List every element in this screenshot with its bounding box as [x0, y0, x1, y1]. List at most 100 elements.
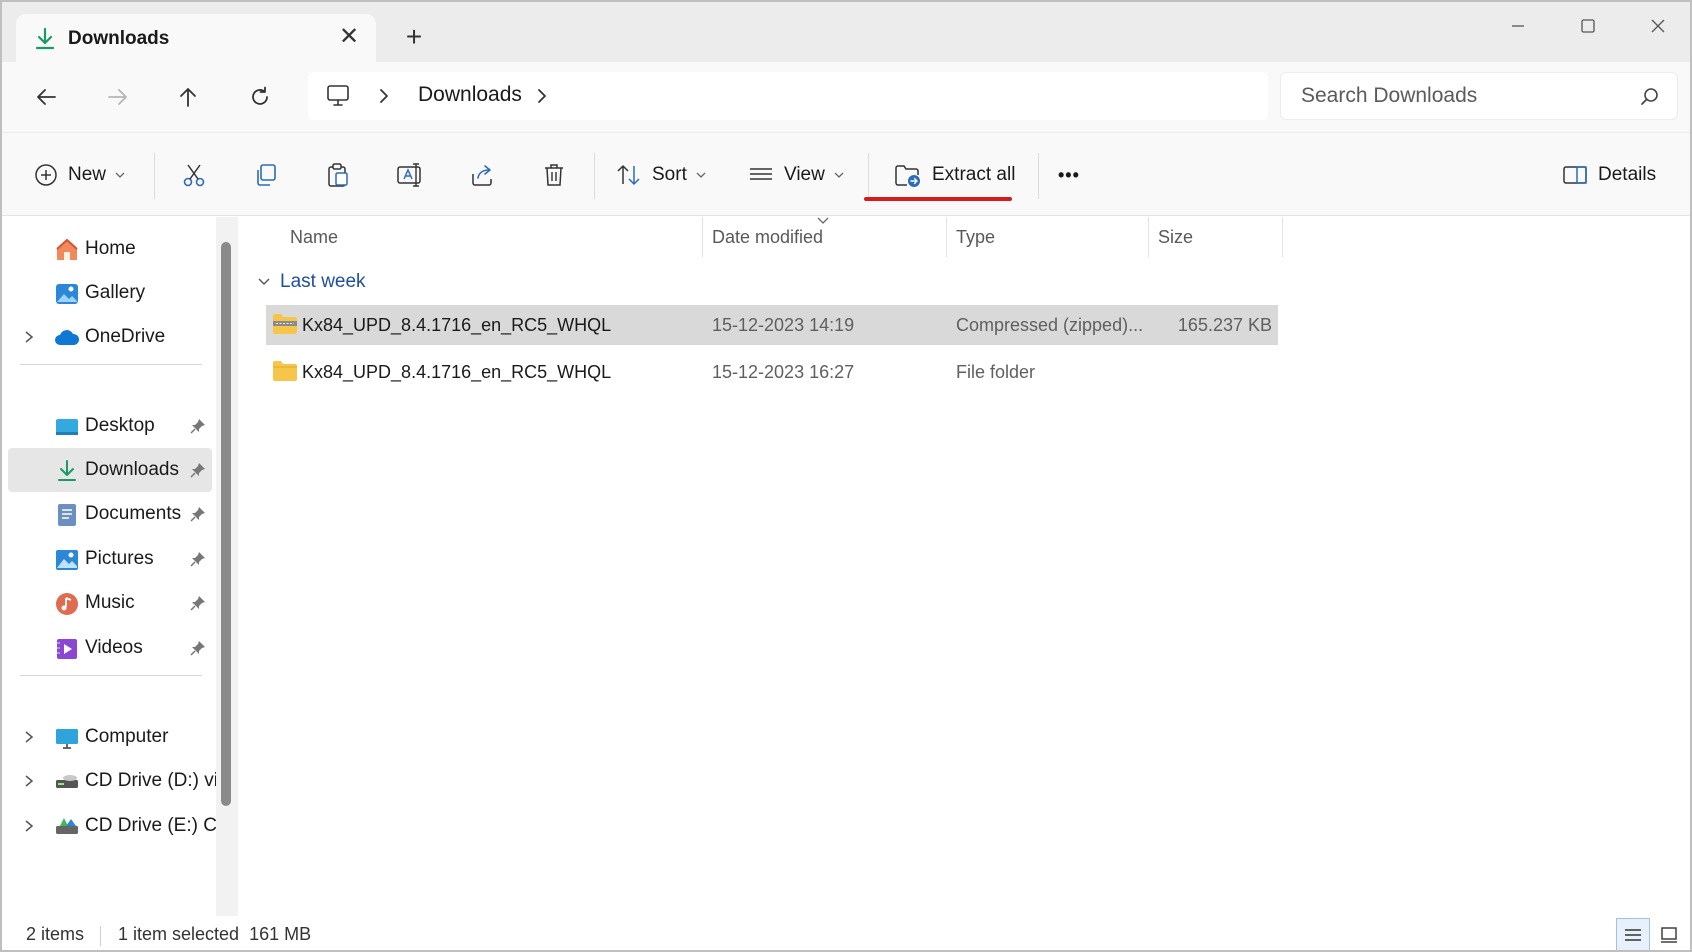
list-view-icon	[750, 168, 772, 180]
chevron-right-icon[interactable]	[532, 84, 552, 108]
pin-icon[interactable]	[190, 595, 206, 611]
view-button[interactable]: View	[748, 155, 845, 195]
paste-button[interactable]	[316, 155, 360, 195]
rename-icon	[397, 163, 421, 187]
pin-icon[interactable]	[190, 418, 206, 434]
cloud-icon	[55, 330, 80, 345]
column-divider[interactable]	[1282, 217, 1283, 257]
sidebar-item-videos[interactable]: Videos	[8, 626, 212, 670]
details-view-toggle[interactable]	[1616, 918, 1650, 950]
forward-button[interactable]	[96, 75, 140, 119]
sidebar-item-desktop[interactable]: Desktop	[8, 404, 212, 448]
column-header-type[interactable]: Type	[956, 227, 995, 248]
breadcrumb-downloads[interactable]: Downloads	[418, 83, 522, 107]
up-button[interactable]	[166, 75, 210, 119]
pin-icon[interactable]	[190, 551, 206, 567]
cd-drive-icon	[56, 775, 78, 788]
close-tab-icon[interactable]: ✕	[334, 22, 364, 52]
minimize-icon	[1512, 25, 1524, 27]
sidebar-item-computer[interactable]: Computer	[8, 715, 212, 759]
tab-title: Downloads	[68, 28, 170, 49]
column-divider[interactable]	[702, 217, 703, 257]
pin-icon[interactable]	[190, 462, 206, 478]
delete-button[interactable]	[532, 155, 576, 195]
command-bar: New Sort View Extract all ••• Details	[2, 132, 1690, 216]
column-divider[interactable]	[946, 217, 947, 257]
chevron-right-icon[interactable]	[374, 84, 394, 108]
search-icon[interactable]	[1639, 86, 1661, 108]
pin-icon[interactable]	[190, 506, 206, 522]
refresh-button[interactable]	[238, 75, 282, 119]
file-row[interactable]: Kx84_UPD_8.4.1716_en_RC5_WHQL 15-12-2023…	[266, 305, 1278, 345]
minimize-button[interactable]	[1488, 8, 1548, 44]
navigation-pane: Home Gallery OneDrive Desktop Downloads …	[2, 217, 238, 917]
sidebar-item-pictures[interactable]: Pictures	[8, 537, 212, 581]
search-box[interactable]	[1280, 72, 1678, 120]
close-window-button[interactable]	[1628, 8, 1688, 44]
new-label: New	[68, 164, 107, 185]
computer-icon[interactable]	[324, 82, 352, 110]
details-label: Details	[1598, 164, 1657, 185]
sidebar-item-music[interactable]: Music	[8, 581, 212, 625]
clipboard-icon	[328, 163, 348, 187]
chevron-down-icon	[834, 172, 844, 178]
sidebar-item-cd-drive-e[interactable]: CD Drive (E:) CC	[8, 804, 220, 848]
arrow-up-icon	[180, 88, 196, 107]
sort-button[interactable]: Sort	[616, 155, 707, 195]
group-header-last-week[interactable]: Last week	[256, 271, 366, 293]
details-view-icon	[1625, 929, 1641, 941]
search-input[interactable]	[1299, 81, 1619, 111]
file-row[interactable]: Kx84_UPD_8.4.1716_en_RC5_WHQL 15-12-2023…	[266, 352, 1278, 392]
extract-all-button[interactable]: Extract all	[894, 155, 1015, 195]
chevron-right-icon[interactable]	[22, 818, 36, 834]
sidebar-item-label: CD Drive (D:) vir	[85, 770, 220, 791]
sidebar-scrollbar-thumb[interactable]	[221, 242, 231, 806]
sidebar-item-downloads[interactable]: Downloads	[8, 448, 212, 492]
sidebar-item-home[interactable]: Home	[8, 227, 212, 271]
divider	[868, 153, 869, 199]
file-explorer-window: Downloads ✕ + Downloads Search Downloads…	[0, 0, 1692, 952]
arrow-left-icon	[37, 89, 56, 105]
back-button[interactable]	[24, 75, 68, 119]
column-header-date[interactable]: Date modified	[712, 227, 823, 248]
column-header-size[interactable]: Size	[1158, 227, 1193, 248]
tiles-view-icon	[1661, 927, 1677, 943]
cut-button[interactable]	[172, 155, 216, 195]
sort-icon	[617, 165, 640, 185]
sidebar-item-onedrive[interactable]: OneDrive	[8, 315, 212, 359]
home-icon	[56, 238, 78, 260]
share-button[interactable]	[460, 155, 504, 195]
sidebar-item-cd-drive-d[interactable]: CD Drive (D:) vir	[8, 759, 220, 803]
new-button[interactable]: New	[34, 155, 126, 195]
download-icon	[58, 460, 76, 481]
refresh-icon	[252, 86, 268, 105]
new-tab-button[interactable]: +	[398, 22, 430, 54]
rename-button[interactable]	[388, 155, 432, 195]
more-options-button[interactable]: •••	[1058, 155, 1080, 195]
divider	[100, 926, 101, 946]
copy-button[interactable]	[244, 155, 288, 195]
plus-circle-icon	[35, 164, 57, 186]
file-type: Compressed (zipped)...	[956, 315, 1144, 335]
group-label: Last week	[280, 271, 366, 292]
column-header-name[interactable]: Name	[290, 227, 338, 248]
pin-icon[interactable]	[190, 640, 206, 656]
tab-downloads[interactable]: Downloads ✕	[16, 14, 376, 62]
arrow-right-icon	[108, 89, 127, 105]
chevron-right-icon[interactable]	[22, 329, 36, 345]
chevron-down-icon	[696, 172, 706, 178]
sidebar-item-gallery[interactable]: Gallery	[8, 271, 212, 315]
details-button[interactable]: Details	[1562, 155, 1656, 195]
sidebar-item-documents[interactable]: Documents	[8, 492, 212, 536]
column-divider[interactable]	[1148, 217, 1149, 257]
breadcrumb[interactable]: Downloads	[308, 72, 1268, 120]
chevron-right-icon[interactable]	[22, 729, 36, 745]
chevron-down-icon	[258, 278, 270, 285]
divider	[154, 153, 155, 199]
download-icon	[35, 27, 55, 50]
tiles-view-toggle[interactable]	[1652, 918, 1686, 950]
documents-icon	[58, 504, 76, 526]
maximize-button[interactable]	[1558, 8, 1618, 44]
chevron-right-icon[interactable]	[22, 773, 36, 789]
more-icon: •••	[1058, 164, 1080, 185]
